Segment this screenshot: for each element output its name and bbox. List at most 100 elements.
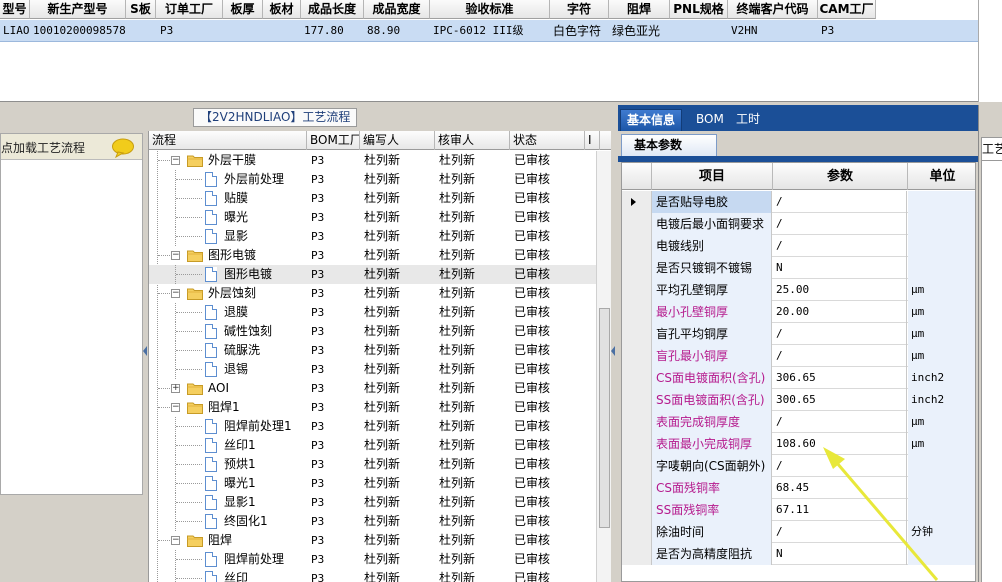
- param-value[interactable]: 25.00: [773, 279, 907, 301]
- tree-node[interactable]: 显影: [149, 227, 304, 246]
- collapse-icon[interactable]: −: [171, 156, 180, 165]
- row-indicator[interactable]: [622, 345, 652, 367]
- process-flow-row[interactable]: − 阻焊1 P3 杜列新 杜列新 已审核: [149, 398, 596, 417]
- order-grid-column-header[interactable]: 字符: [550, 0, 609, 19]
- process-flow-row[interactable]: 退膜 P3 杜列新 杜列新 已审核: [149, 303, 596, 322]
- process-flow-row[interactable]: 阻焊前处理1 P3 杜列新 杜列新 已审核: [149, 417, 596, 436]
- tree-node[interactable]: − 外层干膜: [149, 151, 304, 170]
- param-row[interactable]: 盲孔最小铜厚 / μm: [622, 345, 975, 367]
- column-header-item[interactable]: 项目: [652, 163, 773, 190]
- tree-node[interactable]: − 图形电镀: [149, 246, 304, 265]
- process-flow-row[interactable]: 阻焊前处理 P3 杜列新 杜列新 已审核: [149, 550, 596, 569]
- tree-node[interactable]: 图形电镀: [149, 265, 304, 284]
- process-flow-row[interactable]: 贴膜 P3 杜列新 杜列新 已审核: [149, 189, 596, 208]
- process-flow-row[interactable]: − 外层蚀刻 P3 杜列新 杜列新 已审核: [149, 284, 596, 303]
- order-grid-column-header[interactable]: 型号: [0, 0, 30, 19]
- tree-node[interactable]: 丝印: [149, 569, 304, 582]
- collapse-icon[interactable]: −: [171, 251, 180, 260]
- order-grid-column-header[interactable]: 订单工厂: [156, 0, 223, 19]
- order-grid-cell[interactable]: 177.80: [301, 20, 344, 42]
- param-value[interactable]: /: [773, 411, 907, 433]
- param-row[interactable]: 盲孔平均铜厚 / μm: [622, 323, 975, 345]
- process-flow-row[interactable]: 硫脲洗 P3 杜列新 杜列新 已审核: [149, 341, 596, 360]
- process-flow-column-header[interactable]: 状态: [510, 131, 585, 150]
- tree-node[interactable]: 曝光: [149, 208, 304, 227]
- row-indicator[interactable]: [622, 235, 652, 257]
- order-grid-column-header[interactable]: 板材: [263, 0, 301, 19]
- column-header-unit[interactable]: 单位: [908, 163, 975, 190]
- param-row[interactable]: SS面电镀面积(含孔) 300.65 inch2: [622, 389, 975, 411]
- process-flow-row[interactable]: 终固化1 P3 杜列新 杜列新 已审核: [149, 512, 596, 531]
- order-grid-row[interactable]: LIAO 10010200098578 P3 177.80 88.90 IPC-6012 …: [0, 20, 978, 42]
- process-flow-row[interactable]: 显影 P3 杜列新 杜列新 已审核: [149, 227, 596, 246]
- param-row[interactable]: 最小孔壁铜厚 20.00 μm: [622, 301, 975, 323]
- order-grid-column-header[interactable]: 验收标准: [430, 0, 550, 19]
- order-grid-column-header[interactable]: 终端客户代码: [728, 0, 818, 19]
- process-flow-row[interactable]: − 图形电镀 P3 杜列新 杜列新 已审核: [149, 246, 596, 265]
- process-flow-column-header[interactable]: 核审人: [435, 131, 510, 150]
- row-indicator[interactable]: [622, 279, 652, 301]
- tree-node[interactable]: 碱性蚀刻: [149, 322, 304, 341]
- process-flow-scroll-thumb[interactable]: [599, 308, 610, 528]
- process-flow-row[interactable]: 预烘1 P3 杜列新 杜列新 已审核: [149, 455, 596, 474]
- row-indicator[interactable]: [622, 389, 652, 411]
- order-grid-column-header[interactable]: 新生产型号: [30, 0, 126, 19]
- process-flow-scrollbar[interactable]: [596, 151, 611, 582]
- order-grid-column-header[interactable]: CAM工厂: [818, 0, 876, 19]
- process-flow-row[interactable]: 外层前处理 P3 杜列新 杜列新 已审核: [149, 170, 596, 189]
- process-flow-row[interactable]: − 外层干膜 P3 杜列新 杜列新 已审核: [149, 151, 596, 170]
- param-value[interactable]: 300.65: [773, 389, 907, 411]
- order-grid-column-header[interactable]: 成品长度: [301, 0, 364, 19]
- order-grid-column-header[interactable]: 阻焊: [609, 0, 670, 19]
- tree-node[interactable]: 曝光1: [149, 474, 304, 493]
- tree-node[interactable]: 显影1: [149, 493, 304, 512]
- collapse-icon[interactable]: −: [171, 289, 180, 298]
- row-indicator[interactable]: [622, 543, 652, 565]
- order-grid-scrollbar[interactable]: [978, 0, 1002, 102]
- speech-bubble-icon[interactable]: [111, 138, 135, 161]
- row-indicator[interactable]: [622, 323, 652, 345]
- process-flow-row[interactable]: − 阻焊 P3 杜列新 杜列新 已审核: [149, 531, 596, 550]
- collapse-middle-arrow-icon[interactable]: [611, 345, 616, 359]
- param-value[interactable]: /: [773, 345, 907, 367]
- expand-icon[interactable]: +: [171, 384, 180, 393]
- order-grid-column-header[interactable]: 板厚: [223, 0, 263, 19]
- column-header-value[interactable]: 参数: [773, 163, 908, 190]
- tree-node[interactable]: 退膜: [149, 303, 304, 322]
- process-flow-column-header[interactable]: I: [585, 131, 600, 150]
- tab-basic-info[interactable]: 基本信息: [620, 109, 683, 131]
- process-flow-row[interactable]: 丝印1 P3 杜列新 杜列新 已审核: [149, 436, 596, 455]
- process-flow-row[interactable]: 显影1 P3 杜列新 杜列新 已审核: [149, 493, 596, 512]
- row-indicator[interactable]: [622, 455, 652, 477]
- order-grid-cell[interactable]: 白色字符: [550, 20, 601, 42]
- tree-node[interactable]: 阻焊前处理: [149, 550, 304, 569]
- row-indicator[interactable]: [622, 213, 652, 235]
- order-grid-cell[interactable]: LIAO: [0, 20, 30, 42]
- tree-node[interactable]: 退锡: [149, 360, 304, 379]
- collapse-icon[interactable]: −: [171, 536, 180, 545]
- row-indicator[interactable]: [622, 521, 652, 543]
- tree-node[interactable]: 贴膜: [149, 189, 304, 208]
- order-grid-cell[interactable]: 10010200098578: [30, 20, 126, 42]
- param-value[interactable]: /: [773, 213, 907, 235]
- order-grid-cell[interactable]: 88.90: [364, 20, 400, 42]
- tab-basic-params[interactable]: 基本参数: [621, 134, 717, 156]
- process-flow-row[interactable]: 退锡 P3 杜列新 杜列新 已审核: [149, 360, 596, 379]
- process-flow-row[interactable]: 丝印 P3 杜列新 杜列新 已审核: [149, 569, 596, 582]
- tree-node[interactable]: − 阻焊1: [149, 398, 304, 417]
- far-right-tab[interactable]: 工艺: [981, 137, 1002, 161]
- tab-bom[interactable]: BOM: [690, 109, 730, 131]
- tree-node[interactable]: 丝印1: [149, 436, 304, 455]
- tab-work-hours[interactable]: 工时: [730, 109, 766, 131]
- order-grid-cell[interactable]: P3: [157, 20, 173, 42]
- process-flow-row[interactable]: + AOI P3 杜列新 杜列新 已审核: [149, 379, 596, 398]
- param-value[interactable]: 306.65: [773, 367, 907, 389]
- process-flow-row[interactable]: 碱性蚀刻 P3 杜列新 杜列新 已审核: [149, 322, 596, 341]
- tree-node[interactable]: + AOI: [149, 379, 304, 398]
- process-flow-row[interactable]: 曝光 P3 杜列新 杜列新 已审核: [149, 208, 596, 227]
- collapse-icon[interactable]: −: [171, 403, 180, 412]
- row-indicator[interactable]: [622, 499, 652, 521]
- param-value[interactable]: /: [773, 191, 907, 213]
- order-grid-cell[interactable]: 绿色亚光: [609, 20, 660, 42]
- tree-node[interactable]: 外层前处理: [149, 170, 304, 189]
